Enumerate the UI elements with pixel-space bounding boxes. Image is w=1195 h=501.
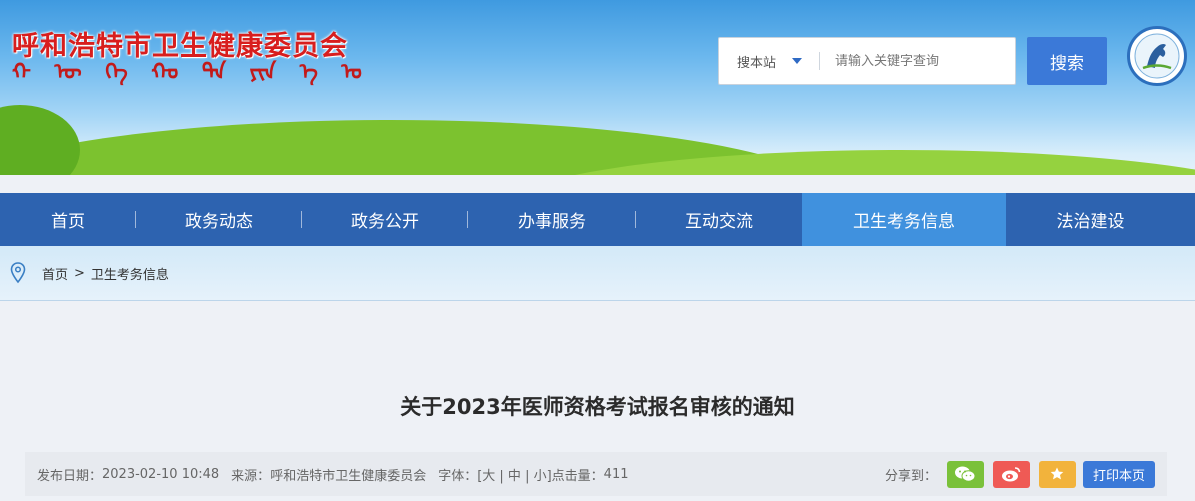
article-meta: 发布日期： 2023-02-10 10:48 来源： 呼和浩特市卫生健康委员会 … <box>25 465 629 484</box>
site-title[interactable]: 呼和浩特市卫生健康委员会 <box>12 24 348 63</box>
horse-emblem-logo <box>1127 26 1187 86</box>
weibo-icon <box>1002 467 1021 482</box>
font-size-label: 字体： <box>438 468 478 484</box>
main-nav: 首页 政务动态 政务公开 办事服务 互动交流 卫生考务信息 法治建设 <box>0 193 1195 246</box>
share-label: 分享到： <box>884 468 937 484</box>
search-scope-select[interactable]: 搜本站 <box>719 52 819 71</box>
hits-count: 411 <box>603 466 629 482</box>
horse-icon <box>1134 33 1180 79</box>
publish-date: 2023-02-10 10:48 <box>102 466 220 482</box>
nav-item-health-exam-info[interactable]: 卫生考务信息 <box>802 193 1006 246</box>
share-bar: 分享到： 打印本页 <box>884 460 1167 488</box>
publish-date-label: 发布日期： <box>37 468 103 484</box>
search-button[interactable]: 搜索 <box>1027 37 1107 85</box>
caret-down-icon <box>792 58 803 64</box>
source-value: 呼和浩特市卫生健康委员会 <box>270 468 427 484</box>
search-scope-label: 搜本站 <box>737 55 777 71</box>
nav-item-government-disclosure[interactable]: 政务公开 <box>302 193 468 246</box>
header-banner: 呼和浩特市卫生健康委员会 ᠬ ᠥ ᠬᠡ ᠬᠣ ᠲᠠ ᠶᠢᠨ ᠡ ᠤ 搜本站 搜索 <box>0 0 1195 193</box>
share-favorite-button[interactable] <box>1038 460 1076 488</box>
mongol-glyph: ᠶᠢᠨ <box>249 60 277 85</box>
mongol-glyph: ᠬ <box>12 60 31 85</box>
article-meta-bar: 发布日期： 2023-02-10 10:48 来源： 呼和浩特市卫生健康委员会 … <box>25 452 1167 496</box>
mongolian-script-title: ᠬ ᠥ ᠬᠡ ᠬᠣ ᠲᠠ ᠶᠢᠨ ᠡ ᠤ <box>12 62 362 98</box>
mongol-glyph: ᠲᠠ <box>201 60 226 85</box>
nav-item-government-news[interactable]: 政务动态 <box>136 193 302 246</box>
star-icon <box>1051 467 1064 480</box>
nav-item-rule-of-law[interactable]: 法治建设 <box>1006 193 1175 246</box>
hits-label: 点击量： <box>551 468 604 484</box>
search-input[interactable] <box>820 53 1010 69</box>
mongol-glyph: ᠬᠡ <box>105 60 128 85</box>
search-box: 搜本站 <box>718 37 1016 85</box>
breadcrumb: 首页 > 卫生考务信息 <box>0 246 1195 301</box>
breadcrumb-current-link[interactable]: 卫生考务信息 <box>91 264 169 283</box>
share-wechat-button[interactable] <box>946 460 984 488</box>
share-weibo-button[interactable] <box>992 460 1030 488</box>
mongol-glyph: ᠡ <box>299 60 318 85</box>
nav-item-home[interactable]: 首页 <box>0 193 136 246</box>
breadcrumb-home-link[interactable]: 首页 <box>42 264 68 283</box>
source-label: 来源： <box>231 468 271 484</box>
breadcrumb-separator: > <box>74 265 85 281</box>
wechat-icon <box>955 466 976 482</box>
nav-item-interaction[interactable]: 互动交流 <box>636 193 802 246</box>
location-pin-icon <box>10 262 26 284</box>
print-page-button[interactable]: 打印本页 <box>1082 460 1155 488</box>
mongol-glyph: ᠬᠣ <box>151 60 179 85</box>
nav-item-services[interactable]: 办事服务 <box>468 193 636 246</box>
article-title: 关于2023年医师资格考试报名审核的通知 <box>400 395 795 419</box>
breadcrumb-trail: 首页 > 卫生考务信息 <box>42 264 169 283</box>
mongol-glyph: ᠥ <box>54 60 82 85</box>
mongol-glyph: ᠤ <box>341 60 362 85</box>
font-size-options[interactable]: [大 | 中 | 小] <box>477 465 551 484</box>
